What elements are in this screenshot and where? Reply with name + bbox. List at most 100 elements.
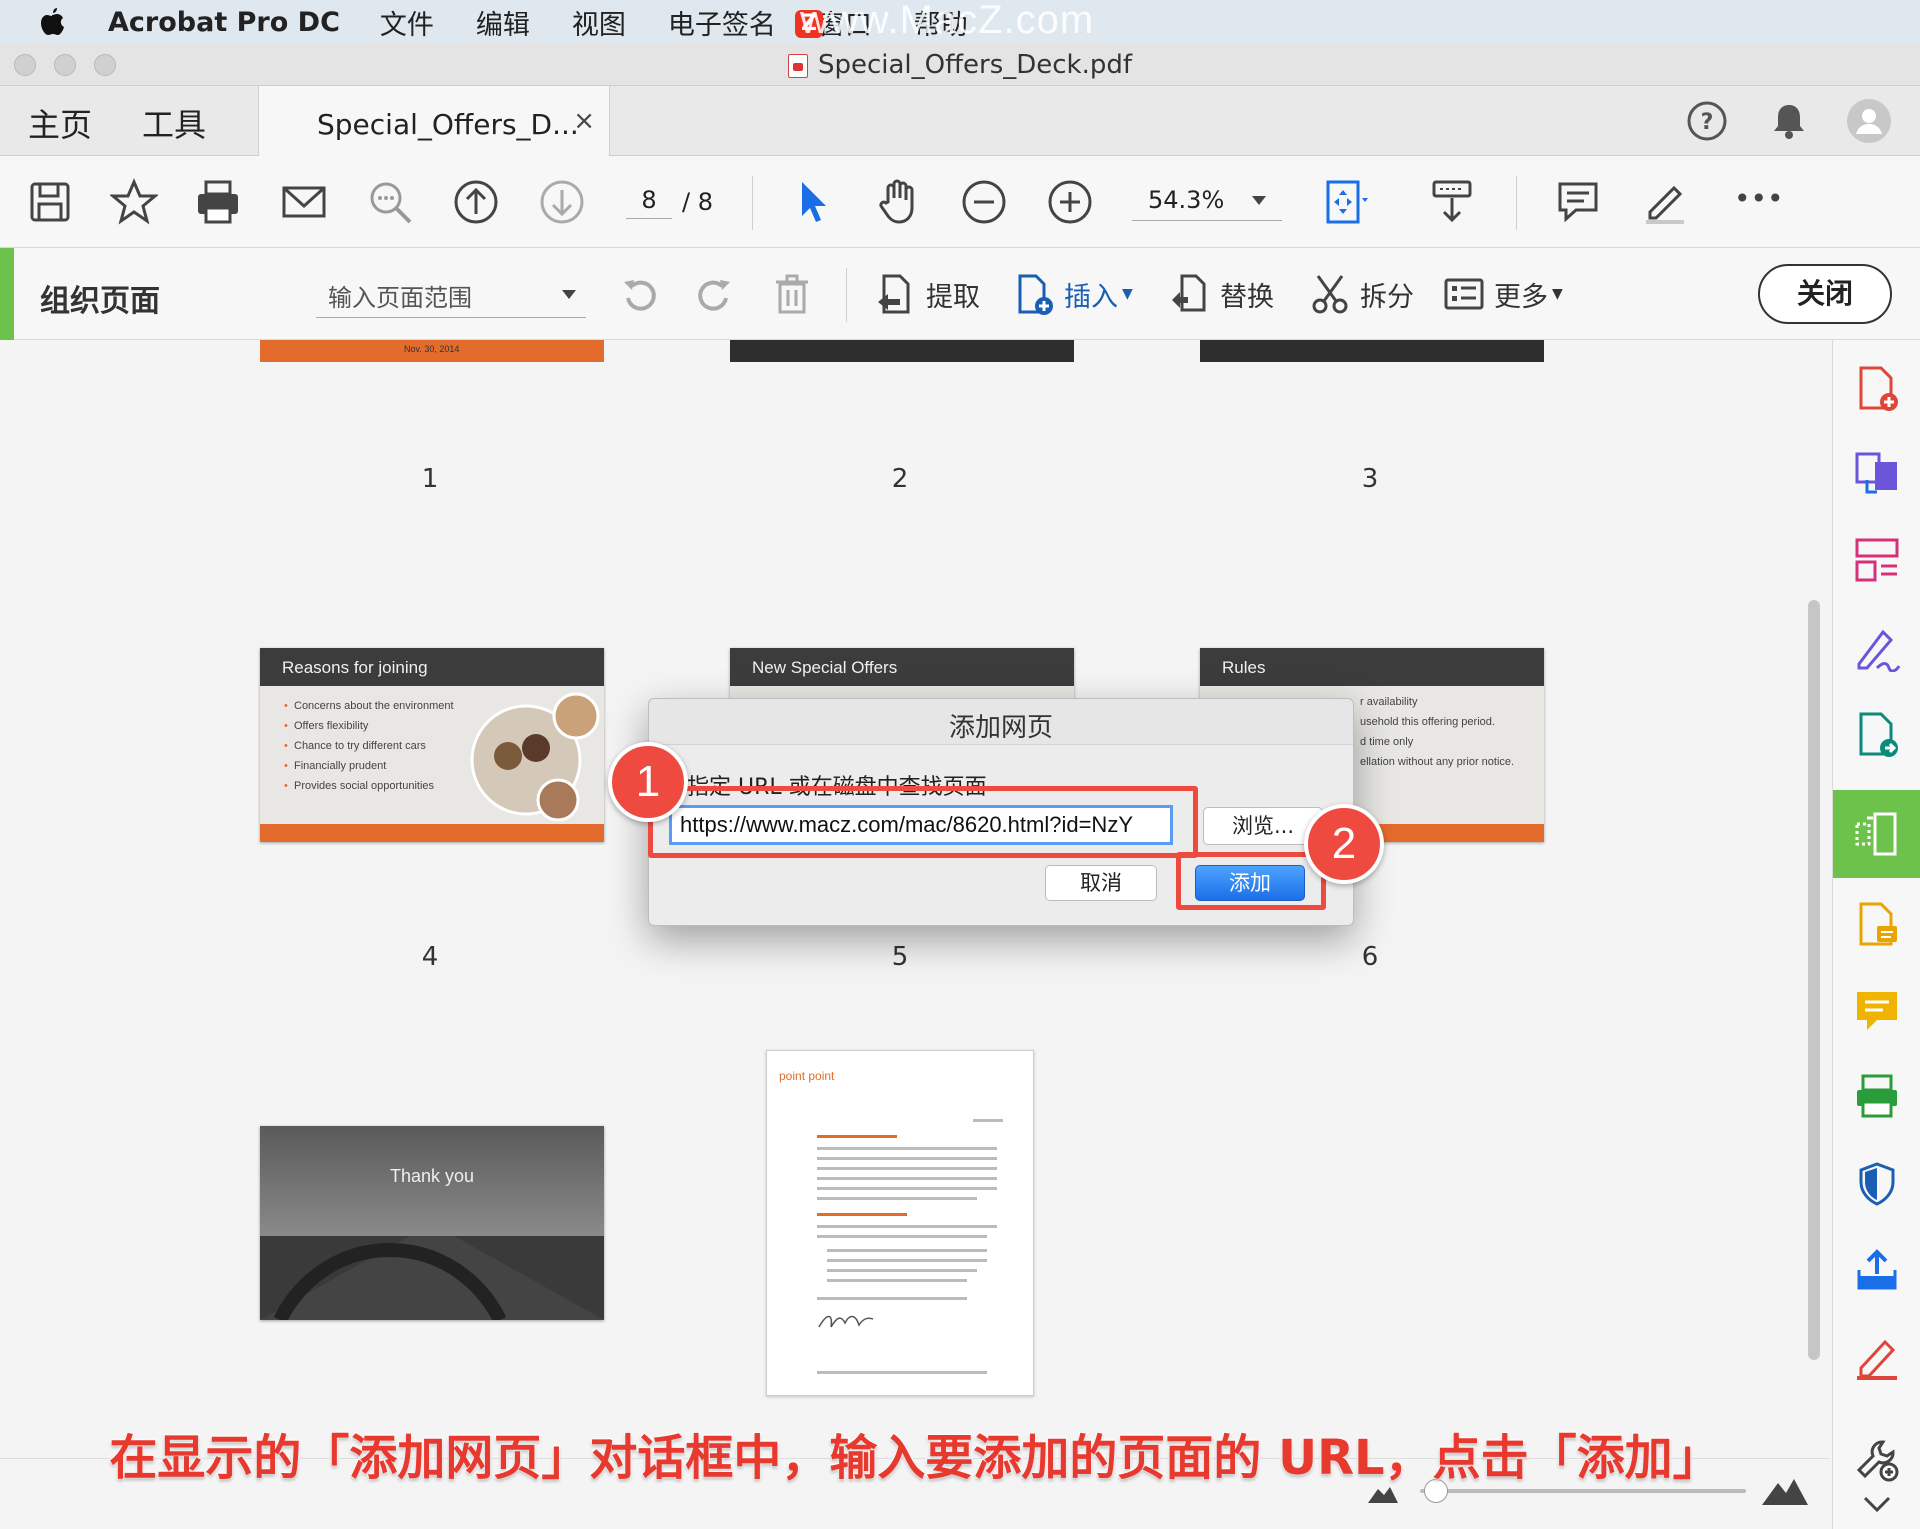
request-signature-icon[interactable] bbox=[1853, 1334, 1901, 1382]
highlight-pen-icon[interactable] bbox=[1640, 178, 1688, 226]
comment-icon[interactable] bbox=[1554, 178, 1602, 226]
hand-tool-icon[interactable] bbox=[874, 178, 922, 226]
pdf-file-icon bbox=[787, 53, 808, 78]
replace-button[interactable]: 替换 bbox=[1168, 270, 1274, 318]
watermark-text: www.MacZ.com bbox=[800, 0, 1095, 42]
select-cursor-icon[interactable] bbox=[790, 178, 838, 226]
zoom-in-icon[interactable] bbox=[1046, 178, 1094, 226]
delete-trash-icon[interactable] bbox=[770, 270, 822, 318]
letter-line bbox=[817, 1235, 987, 1238]
page-thumbnail-2[interactable] bbox=[730, 340, 1074, 362]
menu-app-name[interactable]: Acrobat Pro DC bbox=[108, 7, 340, 38]
letter-line bbox=[817, 1187, 997, 1190]
letter-line bbox=[817, 1371, 987, 1374]
scan-ocr-icon[interactable] bbox=[1853, 1072, 1901, 1120]
page-6-rule: d time only bbox=[1360, 736, 1414, 748]
insert-label: 插入 bbox=[1064, 281, 1118, 313]
main-toolbar: 8 / 8 54.3% ••• bbox=[0, 156, 1920, 248]
letter-line bbox=[817, 1197, 977, 1200]
tab-home[interactable]: 主页 bbox=[28, 100, 92, 146]
rotate-ccw-icon[interactable] bbox=[618, 270, 670, 318]
page-thumbnail-3[interactable] bbox=[1200, 340, 1544, 362]
fill-sign-icon[interactable] bbox=[1853, 624, 1901, 672]
zoom-dropdown-caret-icon[interactable] bbox=[1252, 196, 1266, 205]
dialog-title: 添加网页 bbox=[649, 699, 1353, 745]
range-dropdown-caret-icon[interactable] bbox=[562, 290, 576, 299]
step-badge-2: 2 bbox=[1304, 804, 1384, 884]
split-label: 拆分 bbox=[1360, 281, 1414, 313]
menu-edit[interactable]: 编辑 bbox=[476, 3, 530, 42]
page-range-input[interactable]: 输入页面范围 bbox=[316, 274, 586, 318]
help-icon[interactable]: ? bbox=[1686, 100, 1728, 142]
tab-close-icon[interactable]: × bbox=[573, 106, 595, 136]
organize-pages-icon[interactable] bbox=[1853, 810, 1901, 858]
insert-caret-icon: ▼ bbox=[1122, 286, 1133, 302]
toolbar-divider bbox=[752, 176, 753, 230]
next-page-icon[interactable] bbox=[538, 178, 586, 226]
more-label: 更多 bbox=[1494, 281, 1548, 313]
page-4-footer-bar bbox=[260, 824, 604, 842]
more-tools-wrench-icon[interactable] bbox=[1853, 1436, 1901, 1484]
org-divider bbox=[846, 268, 847, 322]
create-pdf-icon[interactable] bbox=[1853, 364, 1901, 412]
tab-bar: 主页 工具 Special_Offers_D... × ? bbox=[0, 86, 1920, 156]
more-button[interactable]: 更多 ▼ bbox=[1442, 270, 1563, 318]
page-number-input[interactable]: 8 bbox=[626, 186, 672, 219]
page-thumbnail-1[interactable]: Nov. 30, 2014 bbox=[260, 340, 604, 362]
tab-document[interactable]: Special_Offers_D... × bbox=[258, 86, 610, 156]
window-title-bar: Special_Offers_Deck.pdf bbox=[0, 44, 1920, 86]
thumbnail-size-slider-track[interactable] bbox=[1420, 1489, 1746, 1493]
tab-document-label: Special_Offers_D... bbox=[317, 108, 579, 141]
letter-line bbox=[817, 1177, 997, 1180]
page-label-6: 6 bbox=[1361, 942, 1379, 972]
split-button[interactable]: 拆分 bbox=[1308, 270, 1414, 318]
protect-shield-icon[interactable] bbox=[1853, 1160, 1901, 1208]
insert-button[interactable]: 插入 ▼ bbox=[1012, 270, 1133, 318]
edit-pdf-icon[interactable] bbox=[1853, 900, 1901, 948]
save-icon[interactable] bbox=[26, 178, 74, 226]
url-highlight-box bbox=[648, 786, 1198, 858]
tutorial-caption: 在显示的「添加网页」对话框中，输入要添加的页面的 URL，点击「添加」 bbox=[108, 1429, 1721, 1487]
notification-bell-icon[interactable] bbox=[1768, 100, 1810, 142]
add-highlight-box bbox=[1176, 852, 1326, 910]
page-thumbnail-8[interactable]: point point bbox=[766, 1050, 1034, 1396]
fit-page-icon[interactable] bbox=[1322, 178, 1370, 226]
letter-line bbox=[817, 1225, 997, 1228]
scroll-mode-icon[interactable] bbox=[1428, 178, 1476, 226]
print-icon[interactable] bbox=[194, 178, 242, 226]
combine-files-icon[interactable] bbox=[1853, 450, 1901, 498]
page-thumbnail-7[interactable]: Thank you bbox=[260, 1126, 604, 1320]
replace-label: 替换 bbox=[1220, 281, 1274, 313]
previous-page-icon[interactable] bbox=[452, 178, 500, 226]
extract-button[interactable]: 提取 bbox=[874, 270, 980, 318]
tab-tools[interactable]: 工具 bbox=[142, 100, 206, 146]
menu-esign[interactable]: 电子签名 bbox=[668, 3, 776, 42]
apple-logo-icon[interactable] bbox=[38, 6, 66, 38]
search-zoom-icon[interactable] bbox=[366, 178, 414, 226]
more-tools-icon[interactable]: ••• bbox=[1734, 182, 1784, 230]
panel-expand-chevron-icon[interactable] bbox=[1853, 1490, 1901, 1520]
bookmark-star-icon[interactable] bbox=[108, 178, 160, 226]
menu-file[interactable]: 文件 bbox=[380, 3, 434, 42]
more-caret-icon: ▼ bbox=[1552, 286, 1563, 302]
scissors-icon bbox=[1312, 275, 1348, 314]
page-7-road-image bbox=[260, 1126, 604, 1320]
page-thumbnail-4[interactable]: Reasons for joining Concerns about the e… bbox=[260, 648, 604, 842]
page-1-date: Nov. 30, 2014 bbox=[404, 344, 460, 354]
page-6-title: Rules bbox=[1200, 648, 1544, 686]
toolbar-divider bbox=[1516, 176, 1517, 230]
vertical-scrollbar-thumb[interactable] bbox=[1808, 600, 1820, 1360]
email-icon[interactable] bbox=[280, 178, 328, 226]
organize-layout-icon[interactable] bbox=[1853, 536, 1901, 584]
window-title-text: Special_Offers_Deck.pdf bbox=[817, 50, 1133, 80]
rotate-cw-icon[interactable] bbox=[692, 270, 744, 318]
share-upload-icon[interactable] bbox=[1853, 1246, 1901, 1294]
letter-line bbox=[817, 1157, 997, 1160]
close-organize-button[interactable]: 关闭 bbox=[1758, 264, 1892, 324]
comment-tool-icon[interactable] bbox=[1853, 986, 1901, 1034]
cancel-button[interactable]: 取消 bbox=[1045, 865, 1157, 901]
menu-view[interactable]: 视图 bbox=[572, 3, 626, 42]
zoom-out-icon[interactable] bbox=[960, 178, 1008, 226]
account-avatar-icon[interactable] bbox=[1846, 98, 1892, 144]
export-pdf-icon[interactable] bbox=[1853, 710, 1901, 758]
